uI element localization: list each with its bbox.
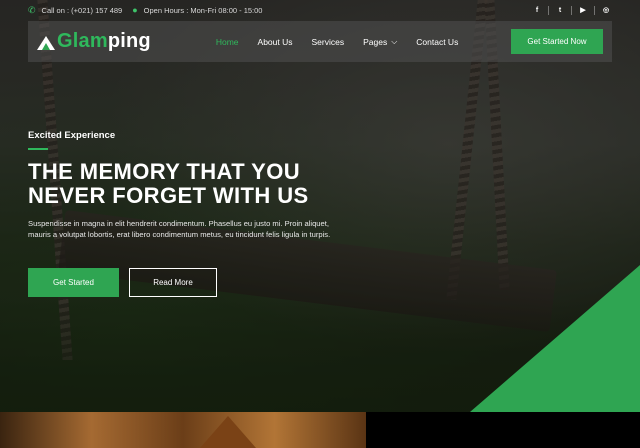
tent-shape — [200, 416, 256, 448]
site-logo[interactable]: Glamping — [37, 30, 151, 53]
youtube-icon[interactable]: ▶ — [577, 6, 589, 14]
nav-item-about-us[interactable]: About Us — [258, 37, 293, 47]
get-started-now-button[interactable]: Get Started Now — [511, 29, 603, 54]
nav-item-pages-label: Pages — [363, 36, 388, 47]
logo-text: Glamping — [57, 30, 151, 52]
hero-kicker: Excited Experience — [28, 130, 116, 141]
read-more-button[interactable]: Read More — [129, 268, 217, 297]
nav-item-pages[interactable]: Pages ⌵ — [363, 37, 397, 47]
kicker-underline — [28, 148, 48, 150]
phone-icon: ✆ — [28, 4, 36, 15]
phone-text: Call on : (+021) 157 489 — [41, 5, 123, 15]
main-navbar: Glamping Home About Us Services Pages ⌵ … — [28, 21, 612, 62]
clock-icon: ● — [132, 4, 138, 15]
nav-item-home[interactable]: Home — [216, 37, 239, 47]
social-divider — [548, 5, 549, 15]
social-divider — [594, 5, 595, 15]
twitter-icon[interactable]: t — [554, 7, 566, 14]
opening-hours: ● Open Hours : Mon-Fri 08:00 - 15:00 — [132, 4, 263, 15]
hero-description: Suspendisse in magna in elit hendrerit c… — [28, 219, 331, 239]
get-started-button[interactable]: Get Started — [28, 268, 119, 297]
social-links: f t ▶ ◎ — [531, 5, 612, 15]
contact-phone[interactable]: ✆ Call on : (+021) 157 489 — [28, 4, 123, 15]
social-divider — [571, 5, 572, 15]
hours-text: Open Hours : Mon-Fri 08:00 - 15:00 — [143, 5, 263, 15]
next-section-image — [0, 412, 366, 448]
instagram-icon[interactable]: ◎ — [600, 6, 612, 14]
green-corner-shape — [470, 265, 640, 412]
nav-item-contact-us[interactable]: Contact Us — [416, 37, 458, 47]
top-info-bar: ✆ Call on : (+021) 157 489 ● Open Hours … — [28, 0, 612, 20]
hero-headline: THE MEMORY THAT YOU NEVER FORGET WITH US — [28, 159, 309, 208]
facebook-icon[interactable]: f — [531, 7, 543, 14]
nav-item-services[interactable]: Services — [312, 37, 345, 47]
chevron-down-icon: ⌵ — [391, 36, 398, 46]
nav-menu: Home About Us Services Pages ⌵ Contact U… — [216, 37, 477, 47]
tent-logo-icon — [37, 34, 55, 50]
